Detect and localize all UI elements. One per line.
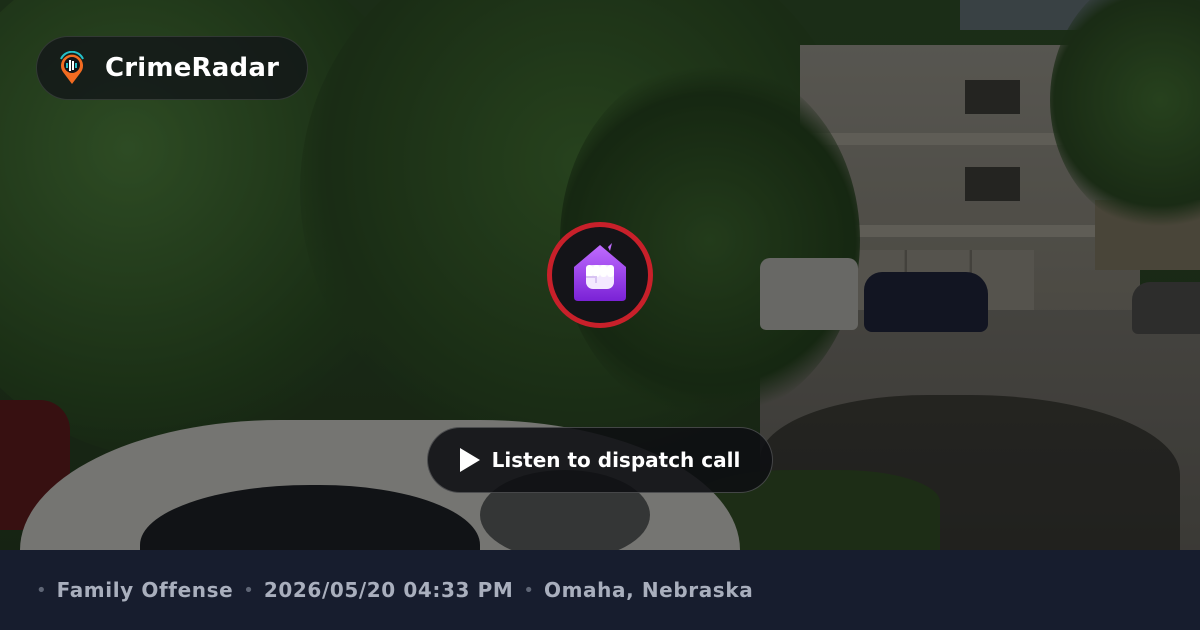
separator-dot: • bbox=[243, 579, 254, 601]
fist-house-icon bbox=[568, 241, 632, 309]
listen-dispatch-button[interactable]: Listen to dispatch call bbox=[427, 427, 773, 493]
incident-location: Omaha, Nebraska bbox=[544, 578, 754, 602]
listen-button-label: Listen to dispatch call bbox=[491, 448, 741, 472]
incident-category: Family Offense bbox=[56, 578, 234, 602]
location-pin-radar-icon bbox=[55, 51, 89, 85]
play-icon bbox=[459, 448, 480, 472]
incident-datetime: 2026/05/20 04:33 PM bbox=[263, 578, 514, 602]
incident-info-bar: • Family Offense • 2026/05/20 04:33 PM •… bbox=[0, 550, 1200, 630]
separator-dot: • bbox=[523, 579, 534, 601]
brand-name: CrimeRadar bbox=[105, 53, 280, 83]
separator-dot: • bbox=[36, 579, 47, 601]
crime-type-badge bbox=[547, 222, 653, 328]
brand-badge[interactable]: CrimeRadar bbox=[36, 36, 308, 100]
